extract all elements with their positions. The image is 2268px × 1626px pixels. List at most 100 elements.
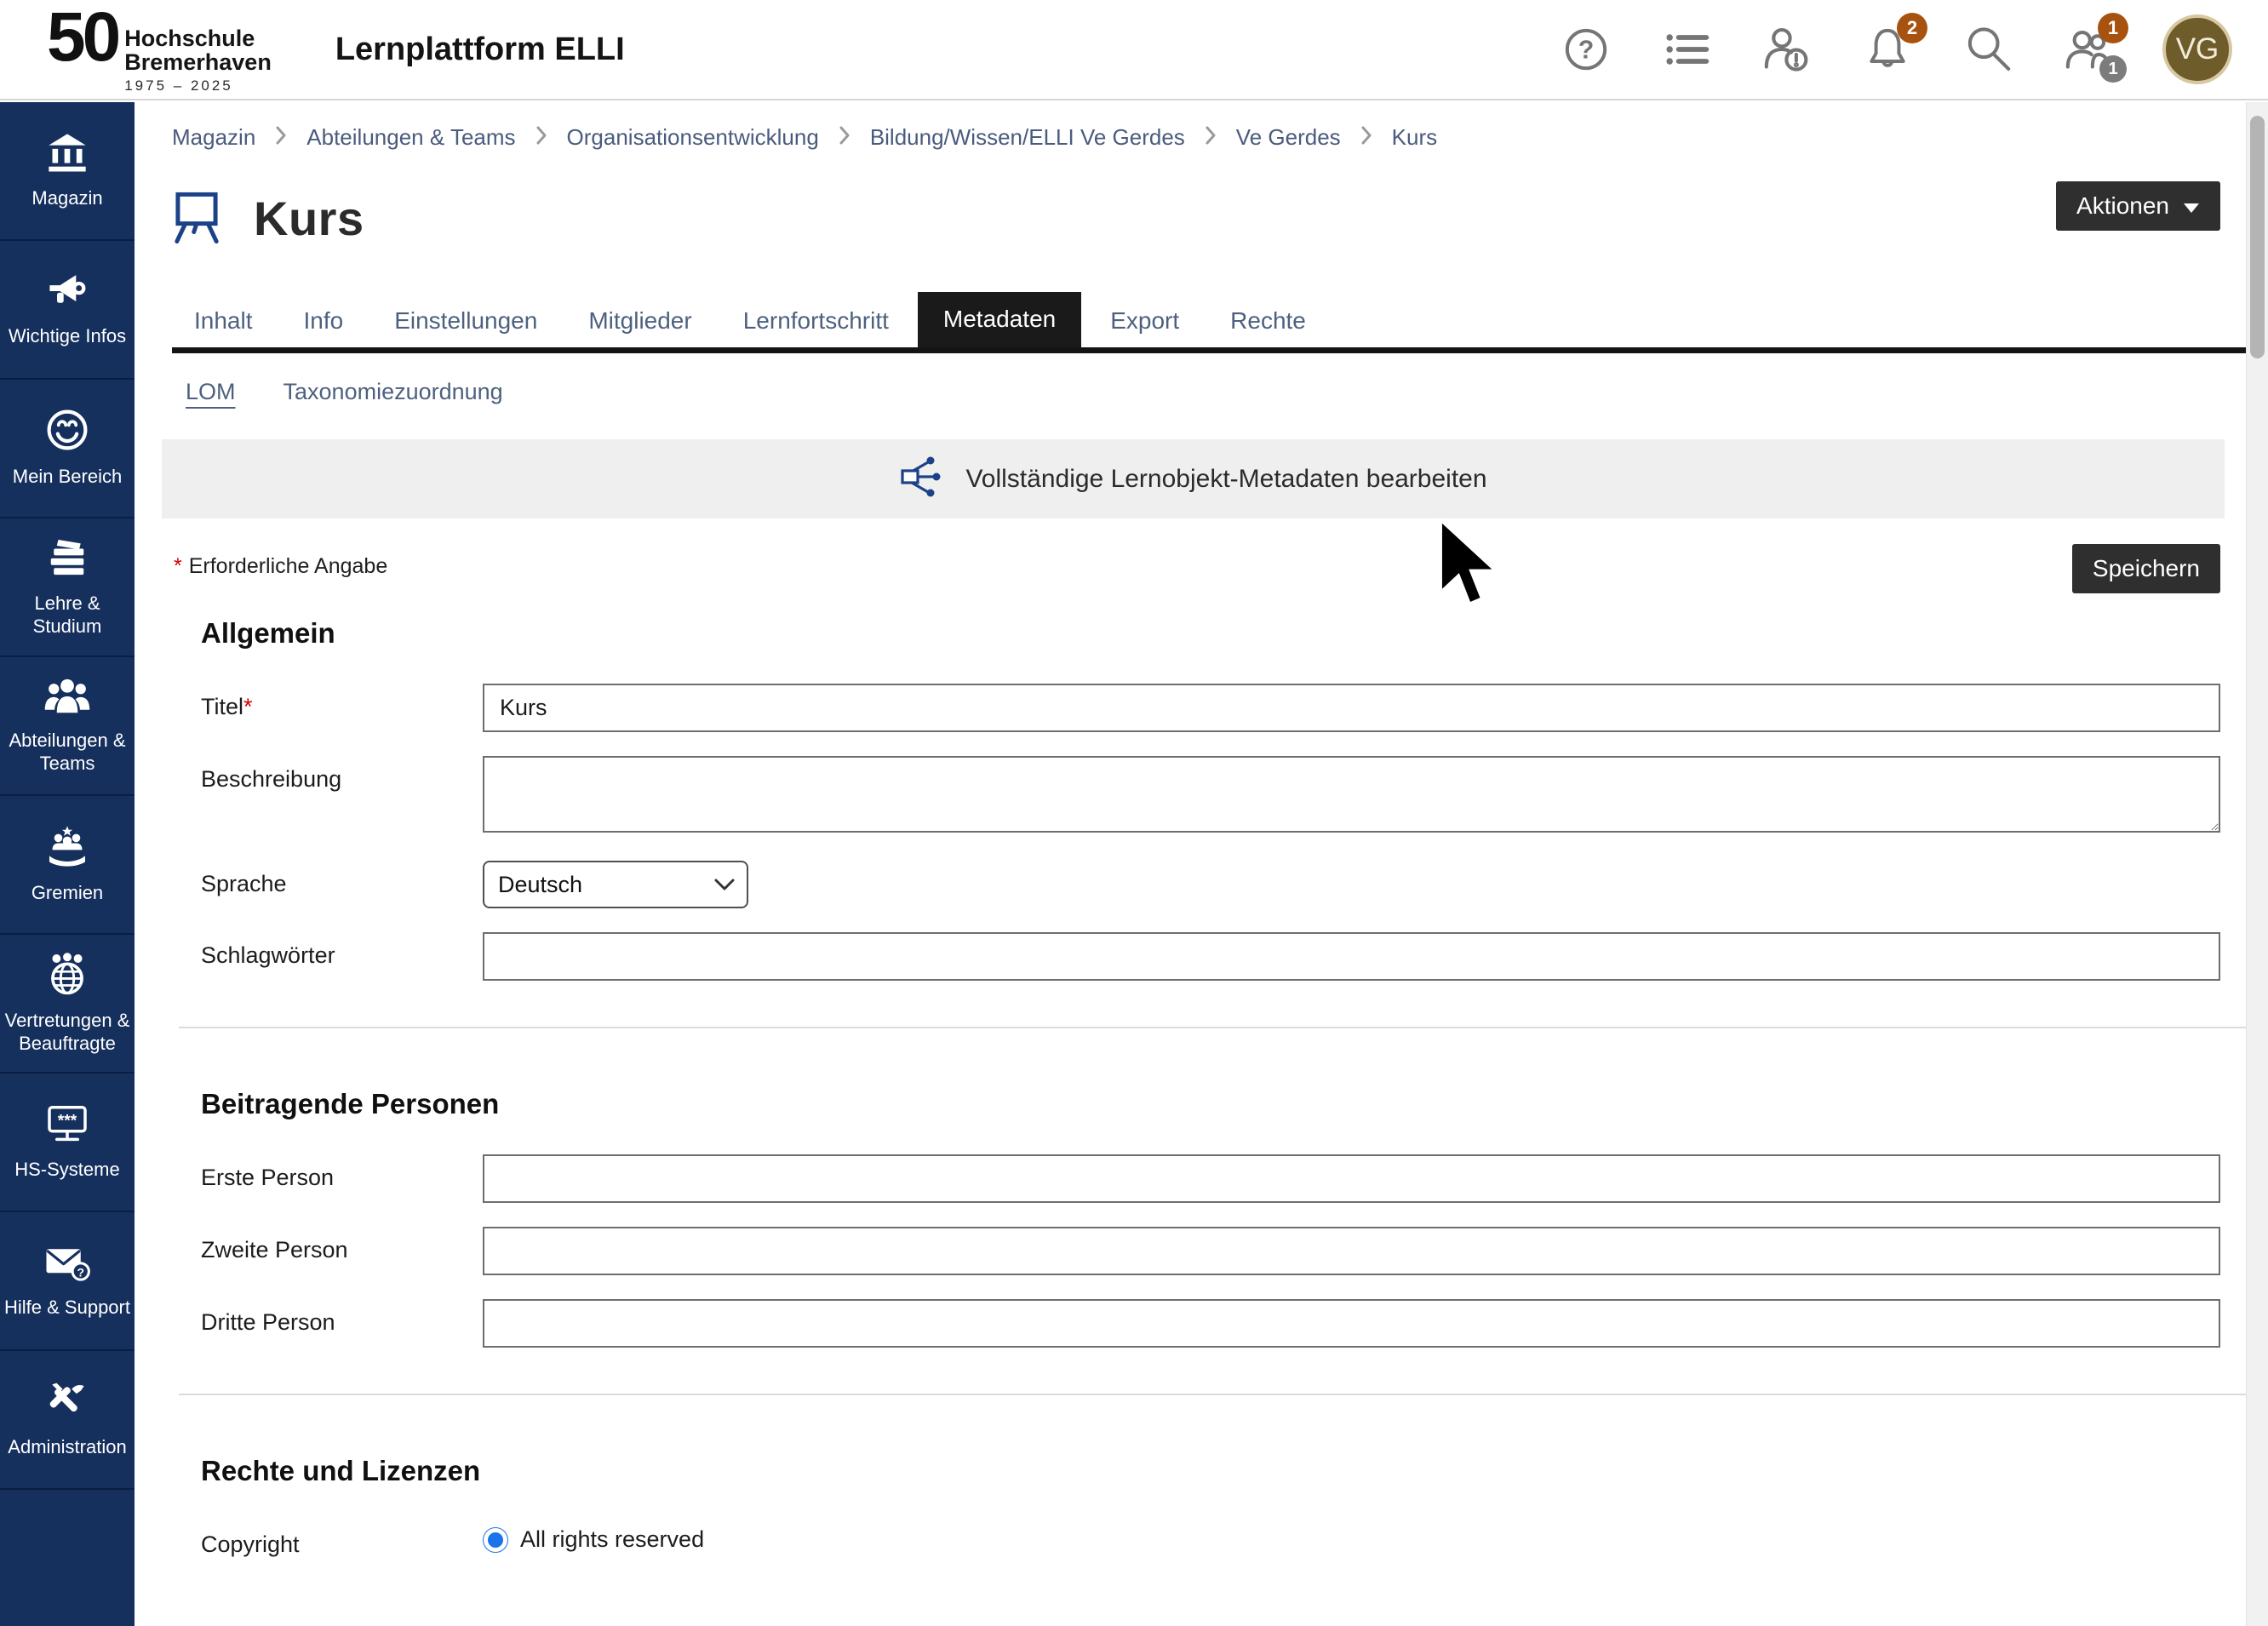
chevron-right-icon [1206,124,1216,151]
titel-input[interactable] [483,684,2220,732]
edit-full-metadata-banner[interactable]: Vollständige Lernobjekt-Metadaten bearbe… [162,439,2225,518]
sidebar-item-abteilungen-teams[interactable]: Abteilungen & Teams [0,657,135,796]
field-row-dritte-person: Dritte Person [135,1299,2220,1348]
dritte-person-label: Dritte Person [135,1299,483,1336]
main-sidebar: Magazin Wichtige Infos Mein Bereich [0,102,135,1626]
university-logo[interactable]: 50 Hochschule Bremerhaven 1975 – 2025 [47,4,272,94]
tab-rechte[interactable]: Rechte [1208,296,1328,347]
tab-mitglieder[interactable]: Mitglieder [566,296,713,347]
top-header: 50 Hochschule Bremerhaven 1975 – 2025 Le… [0,0,2268,100]
sidebar-item-label: Vertretungen & Beauftragte [0,1010,135,1056]
breadcrumb-item-current[interactable]: Kurs [1392,124,1437,151]
logo-number: 50 [47,4,117,71]
section-heading-rechte: Rechte und Lizenzen [201,1455,2246,1487]
field-row-beschreibung: Beschreibung [135,756,2220,837]
bank-icon [44,131,90,178]
required-note: *Erforderliche Angabe [174,554,387,579]
zweite-person-label: Zweite Person [135,1227,483,1263]
sidebar-item-label: Abteilungen & Teams [0,730,135,776]
globe-people-icon [44,952,90,1000]
page-title: Kurs [254,191,364,246]
contacts-icon[interactable]: 1 1 [2062,23,2115,76]
zweite-person-input[interactable] [483,1227,2220,1275]
svg-text:?: ? [1578,37,1595,65]
sidebar-item-label: Administration [3,1436,130,1459]
field-row-schlagwoerter: Schlagwörter [135,932,2220,981]
mail-question-icon: ? [43,1242,91,1287]
sidebar-item-administration[interactable]: Administration [0,1351,135,1490]
beschreibung-label: Beschreibung [135,756,483,793]
svg-text:?: ? [77,1266,84,1280]
tab-inhalt[interactable]: Inhalt [172,296,275,347]
contacts-badge-secondary: 1 [2099,55,2127,83]
tab-info[interactable]: Info [282,296,366,347]
copyright-option-label: All rights reserved [520,1526,704,1553]
section-heading-allgemein: Allgemein [201,617,2246,650]
chevron-right-icon [276,124,286,151]
titel-label: Titel* [135,684,483,720]
help-icon[interactable]: ? [1560,23,1612,76]
sidebar-item-label: Lehre & Studium [0,593,135,638]
language-select[interactable]: Deutsch [483,861,748,908]
tab-bar: Inhalt Info Einstellungen Mitglieder Ler… [172,292,2246,353]
metadata-hub-icon [899,455,943,503]
erste-person-input[interactable] [483,1154,2220,1203]
schlagwoerter-input[interactable] [483,932,2220,981]
page-scrollbar[interactable] [2246,102,2268,1626]
sidebar-item-hilfe-support[interactable]: ? Hilfe & Support [0,1212,135,1351]
sidebar-item-mein-bereich[interactable]: Mein Bereich [0,380,135,518]
sidebar-item-label: HS-Systeme [10,1159,123,1182]
breadcrumb: Magazin Abteilungen & Teams Organisation… [135,102,2246,151]
copyright-label: Copyright [135,1521,483,1558]
course-easel-icon [172,191,221,245]
tab-lernfortschritt[interactable]: Lernfortschritt [721,296,911,347]
field-row-titel: Titel* [135,684,2220,732]
section-divider [179,1394,2246,1395]
caret-down-icon [2183,192,2200,220]
field-row-erste-person: Erste Person [135,1154,2220,1203]
breadcrumb-item[interactable]: Magazin [172,124,255,151]
books-icon [43,536,91,583]
tab-einstellungen[interactable]: Einstellungen [372,296,559,347]
sidebar-item-gremien[interactable]: Gremien [0,796,135,935]
notifications-badge: 2 [1897,13,1927,43]
user-avatar[interactable]: VG [2162,14,2232,84]
sprache-label: Sprache [135,861,483,897]
scrollbar-thumb[interactable] [2250,116,2265,358]
breadcrumb-item[interactable]: Ve Gerdes [1236,124,1341,151]
beschreibung-textarea[interactable] [483,756,2220,833]
contacts-badge-primary: 1 [2098,13,2128,43]
search-icon[interactable] [1962,23,2014,76]
notifications-bell-icon[interactable]: 2 [1861,23,1914,76]
svg-text:***: *** [58,1113,77,1131]
sidebar-item-hs-systeme[interactable]: *** HS-Systeme [0,1074,135,1212]
subtab-taxonomiezuordnung[interactable]: Taxonomiezuordnung [284,379,503,405]
copyright-radio[interactable] [483,1527,508,1553]
list-menu-icon[interactable] [1660,23,1713,76]
tab-metadaten[interactable]: Metadaten [918,292,1081,347]
main-content: Magazin Abteilungen & Teams Organisation… [135,102,2246,1626]
breadcrumb-item[interactable]: Organisationsentwicklung [567,124,819,151]
actions-button[interactable]: Aktionen [2056,181,2220,231]
megaphone-icon [43,271,91,316]
banner-label: Vollständige Lernobjekt-Metadaten bearbe… [965,465,1486,494]
smiley-icon [45,408,89,456]
sidebar-item-label: Gremien [27,882,107,905]
sidebar-item-vertretungen-beauftragte[interactable]: Vertretungen & Beauftragte [0,935,135,1074]
field-row-sprache: Sprache Deutsch [135,861,2220,908]
sidebar-item-magazin[interactable]: Magazin [0,102,135,241]
sidebar-item-label: Wichtige Infos [4,325,130,348]
breadcrumb-item[interactable]: Abteilungen & Teams [306,124,515,151]
online-users-icon[interactable] [1761,23,1813,76]
sidebar-item-wichtige-infos[interactable]: Wichtige Infos [0,241,135,380]
app-title: Lernplattform ELLI [335,31,625,68]
save-button[interactable]: Speichern [2072,544,2220,593]
tab-export[interactable]: Export [1088,296,1201,347]
schlagwoerter-label: Schlagwörter [135,932,483,969]
breadcrumb-item[interactable]: Bildung/Wissen/ELLI Ve Gerdes [870,124,1185,151]
sidebar-item-lehre-studium[interactable]: Lehre & Studium [0,518,135,657]
subtab-lom[interactable]: LOM [186,379,236,405]
monitor-password-icon: *** [43,1102,91,1149]
tools-icon [44,1380,90,1427]
dritte-person-input[interactable] [483,1299,2220,1348]
